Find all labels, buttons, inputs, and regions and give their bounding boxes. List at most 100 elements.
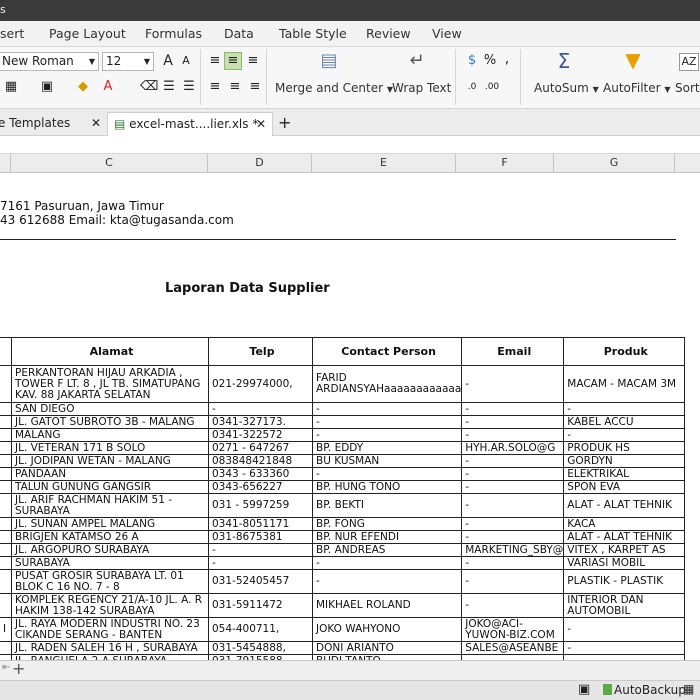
cell-alamat[interactable]: BRIGJEN KATAMSO 26 A	[11, 530, 209, 544]
menu-review[interactable]: Review	[366, 26, 411, 41]
cell-produk[interactable]: ALAT - ALAT TEHNIK	[563, 493, 686, 518]
column-header-c[interactable]: C	[11, 154, 208, 173]
align-top-icon[interactable]: ≡	[206, 53, 224, 69]
sigma-icon[interactable]: Σ	[553, 51, 575, 71]
cell-alamat[interactable]: SURABAYA	[11, 556, 209, 570]
cell-alamat[interactable]: TALUN GUNUNG GANGSIR	[11, 480, 209, 494]
cell-produk[interactable]: PRODUK HS	[563, 441, 686, 455]
cell-contact[interactable]: BP. BEKTI	[311, 493, 463, 518]
cell-b[interactable]	[0, 530, 12, 544]
cell-alamat[interactable]: JL. SUNAN AMPEL MALANG	[11, 517, 209, 531]
cell-email[interactable]: -	[461, 556, 565, 570]
column-header-f[interactable]: F	[456, 154, 554, 173]
cell-alamat[interactable]: JL. ARGOPURO SURABAYA	[11, 543, 209, 557]
cell-alamat[interactable]: PUSAT GROSIR SURABAYA LT. 01 BLOK C 16 N…	[11, 569, 209, 594]
cell-alamat[interactable]: JL. ARIF RACHMAN HAKIM 51 - SURABAYA	[11, 493, 209, 518]
menu-formulas[interactable]: Formulas	[145, 26, 202, 41]
cell-b[interactable]	[0, 365, 12, 403]
cell-email[interactable]: -	[461, 402, 565, 416]
border-icon[interactable]: ▣	[40, 79, 54, 95]
cell-alamat[interactable]: SAN DIEGO	[11, 402, 209, 416]
cell-produk[interactable]: SPON EVA	[563, 480, 686, 494]
cell-b[interactable]	[0, 593, 12, 618]
cell-email[interactable]: -	[461, 493, 565, 518]
percent-icon[interactable]: %	[482, 53, 498, 69]
decrease-decimal-icon[interactable]: .00	[484, 79, 500, 95]
fill-color-icon[interactable]: ◆	[76, 79, 90, 95]
cell-email[interactable]: HYH.AR.SOLO@G	[461, 441, 565, 455]
cell-contact[interactable]: -	[311, 402, 463, 416]
cell-telp[interactable]: 031-8675381	[208, 530, 313, 544]
menu-page-layout[interactable]: Page Layout	[49, 26, 126, 41]
cell-contact[interactable]: BP. NUR EFENDI	[311, 530, 463, 544]
menu-data[interactable]: Data	[224, 26, 254, 41]
tab-excel-master-supplier[interactable]: ▤ excel-mast....lier.xls * ✕	[107, 112, 273, 136]
cell-alamat[interactable]: PANDAAN	[11, 467, 209, 481]
filter-icon[interactable]: ▼	[622, 50, 644, 70]
cell-contact[interactable]: -	[311, 569, 463, 594]
cell-produk[interactable]: VARIASI MOBIL	[563, 556, 686, 570]
align-center-icon[interactable]: ≡	[226, 79, 244, 95]
cell-contact[interactable]: BP. HUNG TONO	[311, 480, 463, 494]
cell-produk[interactable]: PLASTIK - PLASTIK	[563, 569, 686, 594]
grid-view-icon[interactable]: ▦	[683, 682, 694, 696]
cell-produk[interactable]: INTERIOR DAN AUTOMOBIL	[563, 593, 686, 618]
sort-button[interactable]: Sort	[675, 80, 700, 96]
cell-contact[interactable]: BP. ANDREAS	[311, 543, 463, 557]
cell-b[interactable]	[0, 467, 12, 481]
font-color-icon[interactable]: A	[101, 79, 115, 95]
cell-alamat[interactable]: JL. GATOT SUBROTO 3B - MALANG	[11, 415, 209, 429]
cell-b[interactable]	[0, 402, 12, 416]
grid-icon[interactable]: ▦	[4, 79, 18, 95]
cell-b[interactable]	[0, 543, 12, 557]
cell-b[interactable]	[0, 569, 12, 594]
cell-email[interactable]: -	[461, 428, 565, 442]
align-right-icon[interactable]: ≡	[246, 79, 264, 95]
formula-bar[interactable]	[0, 136, 700, 154]
menu-view[interactable]: View	[432, 26, 462, 41]
shrink-font-icon[interactable]: A	[178, 53, 194, 69]
cell-contact[interactable]: BP. EDDY	[311, 441, 463, 455]
cell-produk[interactable]: VITEX , KARPET AS	[563, 543, 686, 557]
cell-telp[interactable]: 0343-656227	[208, 480, 313, 494]
cell-telp[interactable]: -	[208, 402, 313, 416]
merge-icon[interactable]: ▤	[318, 52, 340, 70]
cell-b[interactable]	[0, 517, 12, 531]
cell-produk[interactable]: KABEL ACCU	[563, 415, 686, 429]
close-icon[interactable]: ✕	[91, 112, 101, 134]
cell-contact[interactable]: BU KUSMAN	[311, 454, 463, 468]
cell-alamat[interactable]: JL. VETERAN 171 B SOLO	[11, 441, 209, 455]
cell-email[interactable]: -	[461, 467, 565, 481]
cell-email[interactable]: -	[461, 593, 565, 618]
header-produk[interactable]: Produk	[563, 337, 686, 366]
cell-telp[interactable]: -	[208, 556, 313, 570]
autofilter-button[interactable]: AutoFilter ▼	[603, 80, 671, 98]
cell-telp[interactable]: 054-400711,	[208, 617, 313, 642]
cell-telp[interactable]: 0341-327173.	[208, 415, 313, 429]
cell-alamat[interactable]: JL. JODIPAN WETAN - MALANG	[11, 454, 209, 468]
cell-produk[interactable]: MACAM - MACAM 3M	[563, 365, 686, 403]
cell-alamat[interactable]: KOMPLEK REGENCY 21/A-10 JL. A. R HAKIM 1…	[11, 593, 209, 618]
cell-contact[interactable]: FARID ARDIANSYAHaaaaaaaaaaaa	[311, 365, 463, 403]
eraser-icon[interactable]: ⌫	[140, 79, 158, 95]
font-size-select[interactable]: 12 ▼	[102, 52, 154, 71]
cell-alamat[interactable]: JL. RAYA MODERN INDUSTRI NO. 23 CIKANDE …	[11, 617, 209, 642]
cell-produk[interactable]: ELEKTRIKAL	[563, 467, 686, 481]
currency-icon[interactable]: $	[464, 53, 480, 69]
sheet-scroll-icon[interactable]: ⇤	[2, 662, 10, 673]
cell-contact[interactable]: JOKO WAHYONO	[311, 617, 463, 642]
cell-email[interactable]: -	[461, 530, 565, 544]
cell-alamat[interactable]: PERKANTORAN HIJAU ARKADIA , TOWER F LT. …	[11, 365, 209, 403]
cell-email[interactable]: -	[461, 415, 565, 429]
align-left-icon[interactable]: ≡	[206, 79, 224, 95]
tab-templates[interactable]: e Templates ✕	[0, 112, 107, 136]
merge-and-center-button[interactable]: Merge and Center ▼	[275, 80, 393, 98]
cell-b[interactable]	[0, 641, 12, 655]
cell-telp[interactable]: 031-52405457	[208, 569, 313, 594]
cell-contact[interactable]: -	[311, 556, 463, 570]
autobackup-label[interactable]: AutoBackup	[614, 683, 686, 697]
cell-telp[interactable]: -	[208, 543, 313, 557]
wrap-text-button[interactable]: Wrap Text	[392, 80, 451, 96]
sort-icon[interactable]: AZ	[679, 53, 699, 71]
column-header-d[interactable]: D	[208, 154, 312, 173]
